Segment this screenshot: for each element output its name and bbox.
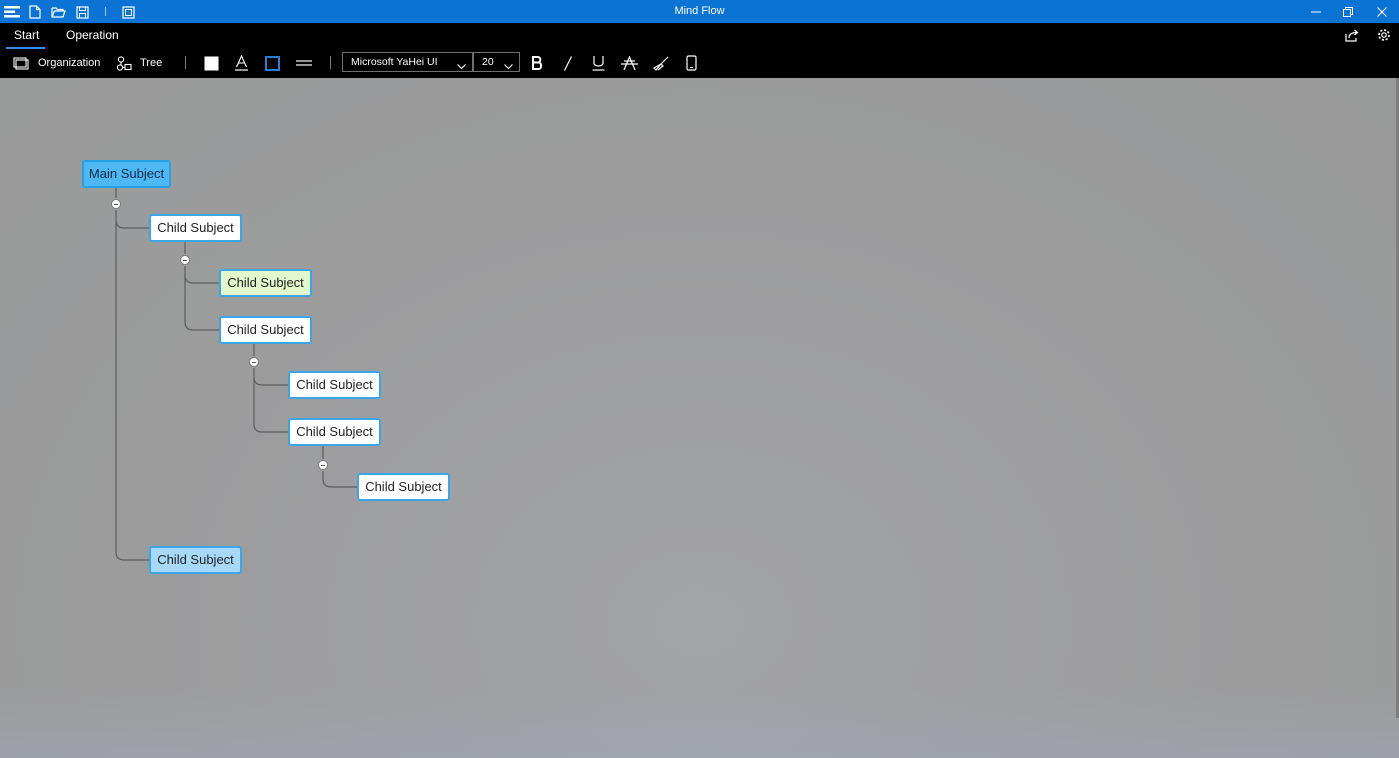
ribbon: Start Operation Organization Tree Micros… — [0, 23, 1399, 78]
collapse-toggle-icon[interactable] — [249, 357, 259, 367]
child-subject-node[interactable]: Child Subject — [288, 371, 381, 399]
chevron-down-icon — [504, 58, 513, 76]
device-icon[interactable] — [686, 54, 697, 72]
collapse-toggle-icon[interactable] — [180, 255, 190, 265]
font-size-value: 20 — [482, 56, 494, 68]
main-subject-node[interactable]: Main Subject — [82, 160, 171, 188]
chevron-down-icon — [457, 58, 466, 76]
underline-icon[interactable] — [592, 54, 605, 72]
mindmap-connectors — [115, 187, 357, 561]
collapse-toggle-icon[interactable] — [318, 460, 328, 470]
collapse-toggle-icon[interactable] — [111, 199, 121, 209]
font-size-select[interactable]: 20 — [473, 52, 520, 72]
organization-label: Organization — [38, 57, 101, 69]
tree-button[interactable]: Tree — [116, 54, 162, 72]
tree-icon — [116, 55, 132, 71]
settings-icon[interactable] — [1375, 27, 1393, 43]
window-title: Mind Flow — [674, 5, 725, 17]
child-subject-node[interactable]: Child Subject — [357, 473, 450, 501]
bold-icon[interactable] — [531, 54, 543, 72]
title-separator — [105, 7, 106, 16]
strikethrough-icon[interactable] — [621, 54, 638, 72]
child-subject-node[interactable]: Child Subject — [288, 418, 381, 446]
border-color-icon[interactable] — [265, 54, 280, 72]
mindmap-canvas[interactable]: Main Subject Child Subject Child Subject… — [0, 78, 1399, 758]
child-subject-node[interactable]: Child Subject — [149, 546, 242, 574]
organization-icon — [13, 56, 29, 70]
restore-icon[interactable] — [1331, 0, 1365, 23]
title-bar: Mind Flow — [0, 0, 1399, 23]
tree-label: Tree — [140, 57, 163, 69]
open-folder-icon[interactable] — [50, 4, 66, 20]
organization-button[interactable]: Organization — [13, 54, 100, 72]
share-icon[interactable] — [1343, 27, 1361, 43]
new-file-icon[interactable] — [27, 4, 43, 20]
font-family-value: Microsoft YaHei UI — [351, 56, 438, 68]
save-as-icon[interactable] — [120, 4, 136, 20]
clear-format-icon[interactable] — [653, 54, 669, 72]
line-style-icon[interactable] — [296, 54, 312, 72]
italic-icon[interactable] — [563, 54, 573, 72]
tab-operation[interactable]: Operation — [66, 27, 119, 45]
font-color-icon[interactable] — [235, 54, 248, 72]
menu-icon[interactable] — [4, 4, 20, 20]
save-icon[interactable] — [74, 4, 90, 20]
close-icon[interactable] — [1365, 0, 1399, 23]
font-family-select[interactable]: Microsoft YaHei UI — [342, 52, 473, 72]
minimize-icon[interactable] — [1299, 0, 1333, 23]
child-subject-node[interactable]: Child Subject — [149, 214, 242, 242]
ribbon-separator — [185, 56, 186, 69]
ribbon-separator — [330, 56, 331, 69]
child-subject-node[interactable]: Child Subject — [219, 269, 312, 297]
fill-color-icon[interactable] — [204, 54, 219, 72]
child-subject-node[interactable]: Child Subject — [219, 316, 312, 344]
tab-start[interactable]: Start — [5, 27, 46, 49]
